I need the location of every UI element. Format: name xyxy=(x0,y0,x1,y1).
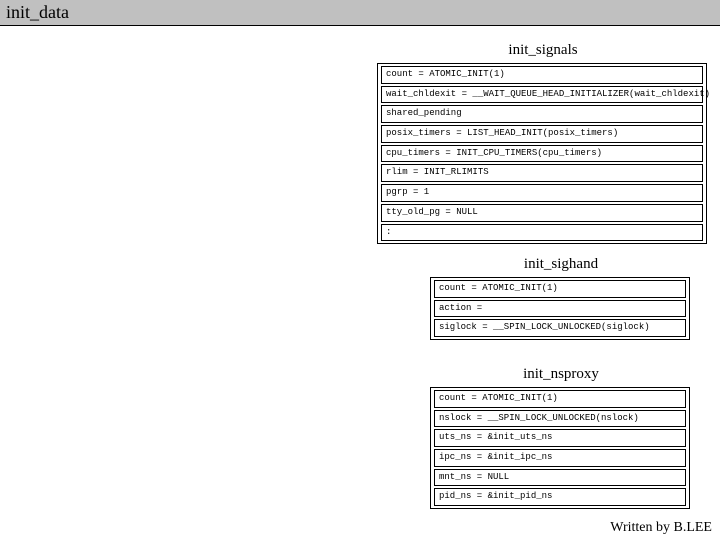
struct-row: mnt_ns = NULL xyxy=(434,469,686,487)
footer-credit: Written by B.LEE xyxy=(610,520,712,536)
content-area: init_signals count = ATOMIC_INIT(1) wait… xyxy=(0,26,720,520)
struct-sighand: count = ATOMIC_INIT(1) action = siglock … xyxy=(430,277,690,340)
struct-row: cpu_timers = INIT_CPU_TIMERS(cpu_timers) xyxy=(381,145,703,163)
struct-row: ipc_ns = &init_ipc_ns xyxy=(434,449,686,467)
struct-row: count = ATOMIC_INIT(1) xyxy=(381,66,703,84)
struct-row: nslock = __SPIN_LOCK_UNLOCKED(nslock) xyxy=(434,410,686,428)
struct-row: tty_old_pg = NULL xyxy=(381,204,703,222)
page-title: init_data xyxy=(6,2,69,22)
page-header: init_data xyxy=(0,0,720,26)
section-init-nsproxy: init_nsproxy count = ATOMIC_INIT(1) nslo… xyxy=(430,366,690,509)
struct-row: pid_ns = &init_pid_ns xyxy=(434,488,686,506)
struct-row: shared_pending xyxy=(381,105,703,123)
struct-row: action = xyxy=(434,300,686,318)
struct-row: siglock = __SPIN_LOCK_UNLOCKED(siglock) xyxy=(434,319,686,337)
section-init-sighand: init_sighand count = ATOMIC_INIT(1) acti… xyxy=(430,256,690,340)
section-title-signals: init_signals xyxy=(442,42,642,59)
section-title-nsproxy: init_nsproxy xyxy=(460,366,660,383)
struct-row: uts_ns = &init_uts_ns xyxy=(434,429,686,447)
struct-row: posix_timers = LIST_HEAD_INIT(posix_time… xyxy=(381,125,703,143)
struct-row: pgrp = 1 xyxy=(381,184,703,202)
struct-signals: count = ATOMIC_INIT(1) wait_chldexit = _… xyxy=(377,63,707,244)
struct-row: rlim = INIT_RLIMITS xyxy=(381,164,703,182)
struct-row: count = ATOMIC_INIT(1) xyxy=(434,390,686,408)
struct-row: wait_chldexit = __WAIT_QUEUE_HEAD_INITIA… xyxy=(381,86,703,104)
struct-row: count = ATOMIC_INIT(1) xyxy=(434,280,686,298)
struct-nsproxy: count = ATOMIC_INIT(1) nslock = __SPIN_L… xyxy=(430,387,690,509)
section-init-signals: init_signals count = ATOMIC_INIT(1) wait… xyxy=(377,42,707,244)
section-title-sighand: init_sighand xyxy=(460,256,660,273)
struct-row: : xyxy=(381,224,703,242)
